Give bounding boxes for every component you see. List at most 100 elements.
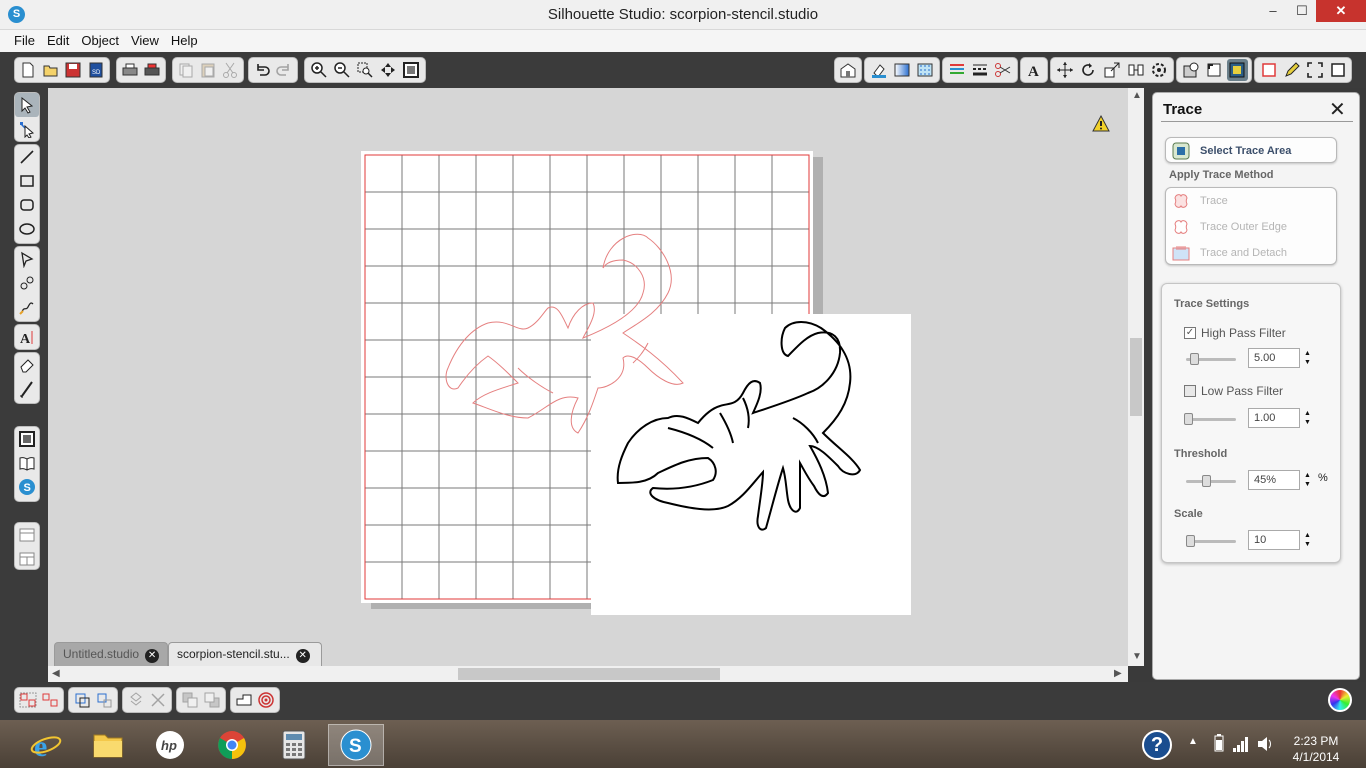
rectangle-tool-icon[interactable] [15, 169, 39, 193]
fill-pattern-icon[interactable] [915, 59, 936, 81]
select-trace-area-button[interactable]: Select Trace Area [1165, 137, 1337, 163]
design-canvas[interactable] [44, 88, 1128, 666]
group-icon[interactable] [18, 689, 38, 711]
scroll-left-icon[interactable]: ◀ [52, 668, 60, 679]
menu-help[interactable]: Help [165, 30, 204, 51]
low-pass-slider[interactable] [1184, 413, 1236, 425]
slider-knob[interactable] [1202, 475, 1211, 487]
zoom-select-icon[interactable] [354, 59, 375, 81]
zoom-out-icon[interactable] [331, 59, 352, 81]
minimize-button[interactable]: – [1258, 0, 1288, 22]
trace-and-detach-button[interactable]: Trace and Detach [1166, 240, 1336, 266]
text-style-icon[interactable]: A [1024, 59, 1044, 81]
fullscreen-icon[interactable] [1304, 59, 1325, 81]
trace-icon[interactable] [1226, 59, 1248, 81]
menu-object[interactable]: Object [75, 30, 125, 51]
close-button[interactable]: ✕ [1316, 0, 1366, 22]
line-style-icon[interactable] [969, 59, 990, 81]
redo-icon[interactable] [274, 59, 294, 81]
chrome-icon[interactable] [204, 724, 260, 766]
transform-icon[interactable] [1054, 59, 1076, 81]
silhouette-store-icon[interactable]: S [15, 475, 39, 499]
curve-tool-icon[interactable] [15, 271, 39, 295]
volume-icon[interactable] [1256, 736, 1274, 755]
align-icon[interactable] [1125, 59, 1147, 81]
scale-value-field[interactable]: 10 [1248, 530, 1300, 550]
send-back-icon[interactable] [202, 689, 222, 711]
high-pass-filter-checkbox[interactable]: ✓ High Pass Filter [1184, 326, 1286, 340]
slider-knob[interactable] [1190, 353, 1199, 365]
zoom-in-icon[interactable] [308, 59, 329, 81]
hp-icon[interactable]: hp [142, 724, 198, 766]
rounded-rectangle-tool-icon[interactable] [15, 193, 39, 217]
scroll-down-icon[interactable]: ▼ [1132, 651, 1142, 662]
fill-gradient-icon[interactable] [891, 59, 912, 81]
print-cut-icon[interactable] [142, 59, 162, 81]
trace-outer-edge-button[interactable]: Trace Outer Edge [1166, 214, 1336, 240]
low-pass-filter-checkbox[interactable]: Low Pass Filter [1184, 384, 1283, 398]
system-clock[interactable]: 2:23 PM 4/1/2014 [1286, 733, 1346, 765]
menu-edit[interactable]: Edit [41, 30, 75, 51]
library-icon[interactable] [838, 59, 858, 81]
low-pass-value-field[interactable]: 1.00 [1248, 408, 1300, 428]
cut-icon[interactable] [220, 59, 240, 81]
maximize-button[interactable]: ☐ [1287, 0, 1317, 22]
help-icon[interactable]: ? [1142, 730, 1172, 760]
freehand-tool-icon[interactable] [15, 295, 39, 319]
print-icon[interactable] [120, 59, 140, 81]
threshold-spinner[interactable]: ▲ ▼ [1304, 471, 1311, 489]
cut-style-icon[interactable] [993, 59, 1014, 81]
high-pass-value-field[interactable]: 5.00 [1248, 348, 1300, 368]
scale-spinner[interactable]: ▲ ▼ [1304, 531, 1311, 549]
bring-front-icon[interactable] [180, 689, 200, 711]
close-tab-icon[interactable]: ✕ [145, 649, 160, 663]
imported-image[interactable] [591, 314, 911, 615]
slider-knob[interactable] [1184, 413, 1193, 425]
copy-icon[interactable] [176, 59, 196, 81]
select-tool-icon[interactable] [15, 93, 39, 117]
battery-icon[interactable] [1213, 734, 1225, 755]
offset-icon[interactable] [256, 689, 276, 711]
menu-file[interactable]: File [8, 30, 41, 51]
ungroup-icon[interactable] [40, 689, 60, 711]
vertical-scrollbar[interactable]: ▲ ▼ [1128, 88, 1144, 666]
scale-icon[interactable] [1101, 59, 1123, 81]
network-icon[interactable] [1232, 736, 1250, 755]
expand-icon[interactable] [1327, 59, 1348, 81]
fit-page-icon[interactable] [401, 59, 422, 81]
silhouette-studio-icon[interactable]: S [328, 724, 384, 766]
horizontal-scrollbar[interactable]: ◀ ▶ [44, 666, 1128, 682]
show-hidden-icons-icon[interactable]: ▲ [1188, 736, 1198, 747]
sketch-icon[interactable] [1258, 59, 1279, 81]
scale-slider[interactable] [1186, 535, 1236, 547]
line-color-icon[interactable] [946, 59, 967, 81]
high-pass-check-icon[interactable]: ✓ [1184, 327, 1196, 339]
paste-icon[interactable] [198, 59, 218, 81]
delete-icon[interactable] [148, 689, 168, 711]
split-view-icon[interactable] [15, 547, 39, 571]
horizontal-scroll-thumb[interactable] [458, 668, 720, 680]
threshold-value-field[interactable]: 45% [1248, 470, 1300, 490]
menu-view[interactable]: View [125, 30, 165, 51]
high-pass-spinner[interactable]: ▲ ▼ [1304, 349, 1311, 367]
low-pass-spinner[interactable]: ▲ ▼ [1304, 409, 1311, 427]
release-compound-icon[interactable] [94, 689, 114, 711]
trace-button[interactable]: Trace [1166, 188, 1336, 214]
warning-icon[interactable] [1092, 114, 1110, 132]
save-icon[interactable] [63, 59, 84, 81]
internet-explorer-icon[interactable]: e [18, 724, 74, 766]
scroll-right-icon[interactable]: ▶ [1114, 668, 1122, 679]
fill-color-icon[interactable] [868, 59, 889, 81]
close-panel-icon[interactable]: ✕ [1329, 97, 1346, 122]
low-pass-check-icon[interactable] [1184, 385, 1196, 397]
threshold-slider[interactable] [1186, 475, 1236, 487]
file-explorer-icon[interactable] [80, 724, 136, 766]
scroll-up-icon[interactable]: ▲ [1132, 90, 1142, 101]
pan-icon[interactable] [378, 59, 399, 81]
design-page-icon[interactable] [1180, 59, 1201, 81]
undo-icon[interactable] [252, 59, 272, 81]
calculator-icon[interactable] [266, 724, 322, 766]
vertical-scroll-thumb[interactable] [1130, 338, 1142, 416]
new-icon[interactable] [18, 59, 39, 81]
open-icon[interactable] [41, 59, 62, 81]
